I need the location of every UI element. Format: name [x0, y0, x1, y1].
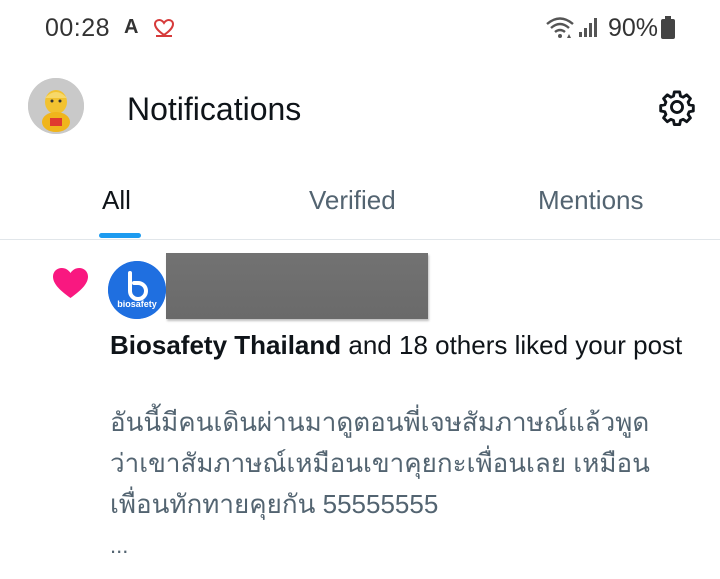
- avatar-logo-text: biosafety: [117, 299, 157, 309]
- notification-summary: Biosafety Thailand and 18 others liked y…: [110, 326, 695, 364]
- redacted-avatars: [166, 253, 428, 319]
- status-indicator-a: A: [124, 16, 139, 38]
- wifi-icon: [546, 17, 574, 38]
- avatar-figure-icon: [28, 78, 84, 134]
- battery-icon: [661, 16, 675, 39]
- tab-mentions[interactable]: Mentions: [538, 185, 644, 216]
- page-title: Notifications: [127, 91, 302, 127]
- post-preview[interactable]: อันนี้มีคนเดินผ่านมาดูตอนพี่เจษสัมภาษณ์แ…: [110, 402, 700, 525]
- profile-avatar[interactable]: [28, 78, 84, 134]
- signal-icon: [579, 18, 597, 37]
- tab-verified[interactable]: Verified: [309, 185, 396, 216]
- header: Notifications: [0, 58, 720, 168]
- active-tab-indicator: [99, 233, 141, 238]
- status-time: 00:28: [45, 14, 111, 42]
- actor-avatar[interactable]: biosafety: [108, 261, 166, 319]
- post-line-2: ว่าเขาสัมภาษณ์เหมือนเขาคุยกะเพื่อนเลย เห…: [110, 448, 650, 478]
- notification-item[interactable]: biosafety Biosafety Thailand and 18 othe…: [0, 241, 720, 579]
- settings-gear-icon[interactable]: [658, 88, 696, 126]
- battery-percent: 90%: [608, 14, 659, 42]
- more-ellipsis: ...: [110, 533, 129, 558]
- post-line-3: เพื่อนทักทายคุยกัน 55555555: [110, 489, 439, 519]
- action-text: and 18 others liked your post: [341, 330, 683, 360]
- post-line-1: อันนี้มีคนเดินผ่านมาดูตอนพี่เจษสัมภาษณ์แ…: [110, 407, 650, 437]
- notification-tabs: All Verified Mentions: [0, 168, 720, 240]
- status-bar: 00:28 A 90%: [0, 0, 720, 58]
- heart-icon: [53, 268, 88, 298]
- tab-all[interactable]: All: [102, 185, 131, 216]
- heart-notification-icon: [153, 18, 175, 37]
- actor-name[interactable]: Biosafety Thailand: [110, 330, 341, 360]
- biosafety-logo-icon: [108, 261, 166, 319]
